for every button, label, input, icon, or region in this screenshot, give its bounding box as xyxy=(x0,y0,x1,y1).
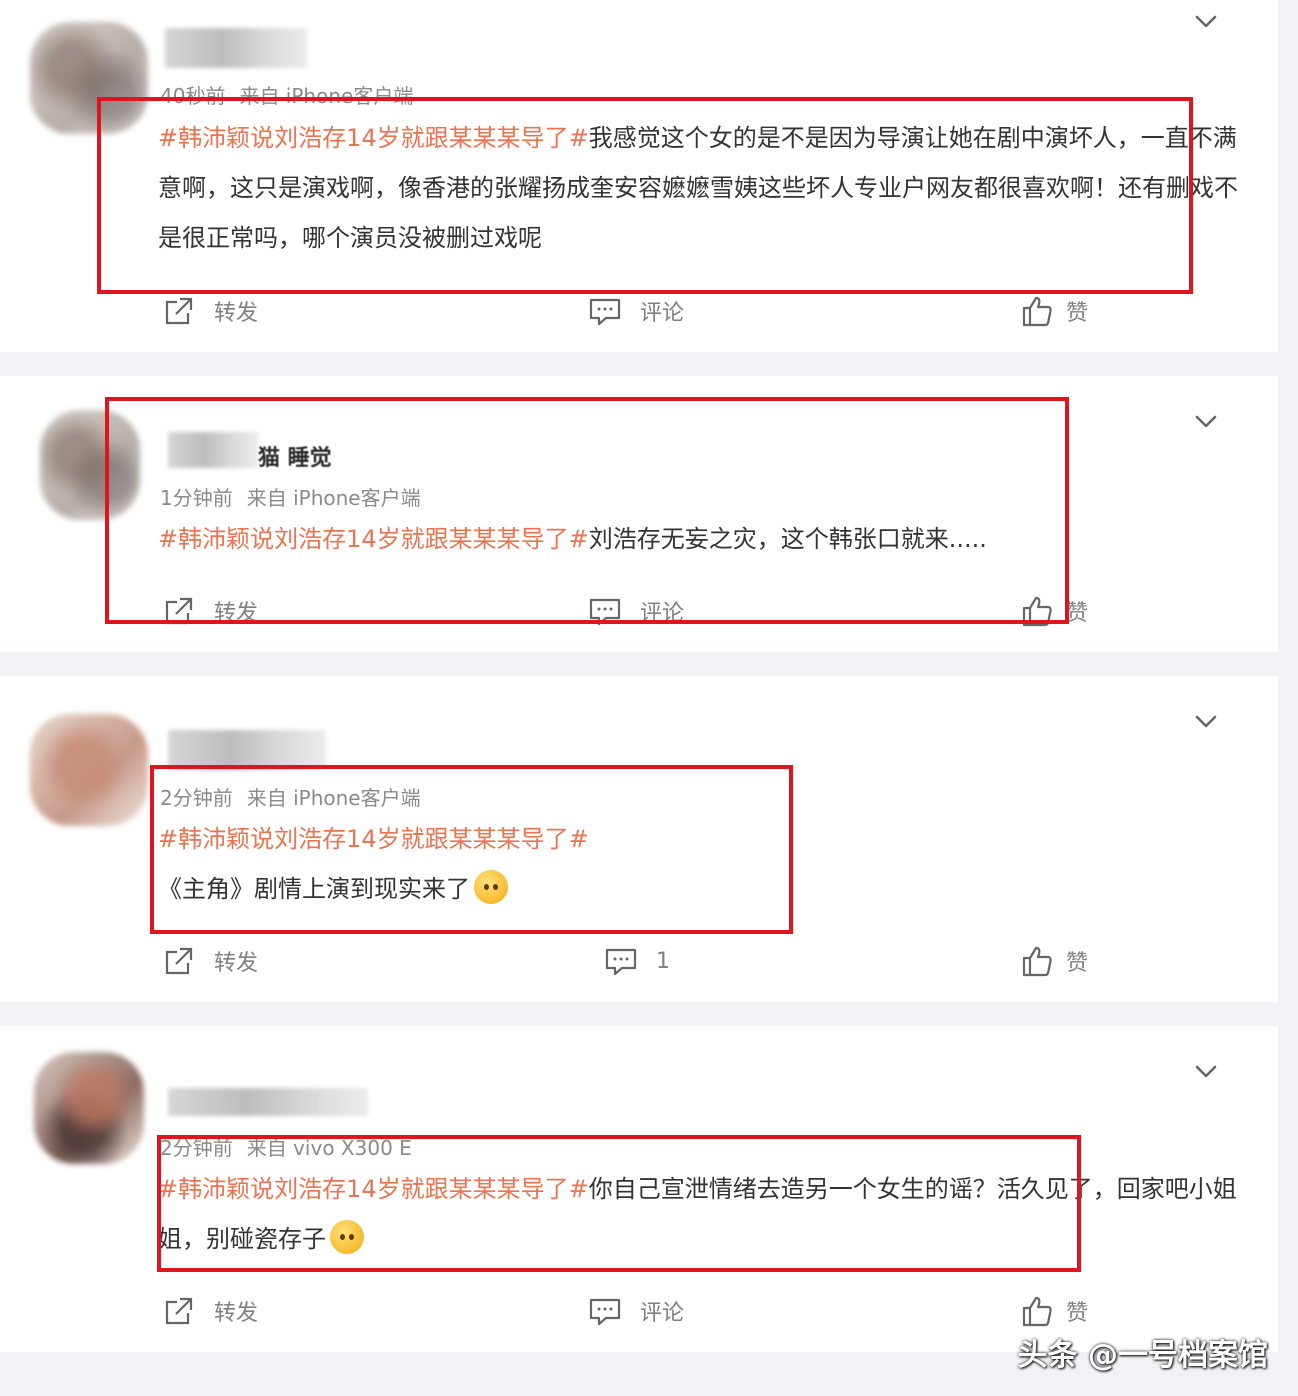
username-blurred[interactable] xyxy=(168,730,326,770)
forward-button[interactable]: 转发 xyxy=(162,594,258,628)
post-content: #韩沛颖说刘浩存14岁就跟某某某导了# 《主角》剧情上演到现实来了 xyxy=(158,814,598,914)
post-text: 《主角》剧情上演到现实来了 xyxy=(158,875,470,903)
like-label: 赞 xyxy=(1066,1301,1089,1326)
forward-button[interactable]: 转发 xyxy=(162,294,258,328)
comment-button[interactable]: 评论 xyxy=(588,1294,684,1328)
post-time: 40秒前 xyxy=(160,84,226,108)
like-label: 赞 xyxy=(1066,601,1089,626)
post-meta: 2分钟前 来自 iPhone客户端 xyxy=(160,782,421,811)
post-card: 40秒前 来自 iPhone客户端 #韩沛颖说刘浩存14岁就跟某某某导了#我感觉这… xyxy=(0,0,1278,352)
post-card: 猫 睡觉 1分钟前 来自 iPhone客户端 #韩沛颖说刘浩存14岁就跟某某某导了… xyxy=(0,376,1278,652)
post-time: 1分钟前 xyxy=(160,486,233,510)
avatar[interactable] xyxy=(34,1052,144,1164)
like-label: 赞 xyxy=(1066,951,1089,976)
username-blurred[interactable] xyxy=(165,28,307,68)
post-source: 来自 iPhone客户端 xyxy=(239,84,414,108)
share-icon xyxy=(165,1297,193,1325)
comment-label: 评论 xyxy=(640,301,685,326)
forward-label: 转发 xyxy=(214,601,259,626)
forward-button[interactable]: 转发 xyxy=(162,944,258,978)
comment-label: 评论 xyxy=(640,601,685,626)
topic-link[interactable]: #韩沛颖说刘浩存14岁就跟某某某导了# xyxy=(158,124,589,152)
comment-button[interactable]: 评论 xyxy=(588,294,684,328)
post-time: 2分钟前 xyxy=(160,786,233,810)
emoji-icon xyxy=(330,1220,364,1254)
action-bar: 转发 1 赞 xyxy=(0,944,1278,984)
like-button[interactable]: 赞 xyxy=(1020,944,1088,978)
post-time: 2分钟前 xyxy=(160,1136,233,1160)
comment-icon xyxy=(589,598,621,626)
forward-label: 转发 xyxy=(214,951,259,976)
comment-label: 评论 xyxy=(640,1301,685,1326)
comment-button[interactable]: 1 xyxy=(604,944,670,978)
avatar[interactable] xyxy=(30,22,148,134)
post-source: 来自 iPhone客户端 xyxy=(246,786,421,810)
post-content: #韩沛颖说刘浩存14岁就跟某某某导了#我感觉这个女的是不是因为导演让她在剧中演坏… xyxy=(158,113,1248,263)
username-blurred[interactable] xyxy=(168,432,258,468)
action-bar: 转发 评论 赞 xyxy=(0,1294,1278,1334)
emoji-icon xyxy=(474,870,508,904)
share-icon xyxy=(165,297,193,325)
post-content: #韩沛颖说刘浩存14岁就跟某某某导了#刘浩存无妄之灾，这个韩张口就来..... xyxy=(158,514,1248,564)
chevron-down-icon[interactable] xyxy=(1192,8,1220,36)
comment-icon xyxy=(589,1298,621,1326)
forward-label: 转发 xyxy=(214,1301,259,1326)
thumbs-up-icon xyxy=(1022,1296,1052,1327)
comment-icon xyxy=(589,298,621,326)
thumbs-up-icon xyxy=(1022,946,1052,977)
chevron-down-icon[interactable] xyxy=(1192,708,1220,736)
post-content: #韩沛颖说刘浩存14岁就跟某某某导了#你自己宣泄情绪去造另一个女生的谣？活久见了… xyxy=(158,1164,1248,1264)
watermark: 头条 @一号档案馆 xyxy=(1017,1338,1268,1373)
comment-button[interactable]: 评论 xyxy=(588,594,684,628)
share-icon xyxy=(165,597,193,625)
action-bar: 转发 评论 赞 xyxy=(0,594,1278,634)
avatar[interactable] xyxy=(40,410,140,520)
post-card: 2分钟前 来自 vivo X300 E #韩沛颖说刘浩存14岁就跟某某某导了#你自… xyxy=(0,1026,1278,1352)
chevron-down-icon[interactable] xyxy=(1192,408,1220,436)
username[interactable]: 猫 睡觉 xyxy=(258,440,332,472)
like-label: 赞 xyxy=(1066,301,1089,326)
share-icon xyxy=(165,947,193,975)
post-meta: 40秒前 来自 iPhone客户端 xyxy=(160,80,413,109)
action-bar: 转发 评论 赞 xyxy=(0,294,1278,334)
comment-count: 1 xyxy=(656,948,670,974)
thumbs-up-icon xyxy=(1022,596,1052,627)
topic-link[interactable]: #韩沛颖说刘浩存14岁就跟某某某导了# xyxy=(158,1175,589,1203)
post-source: 来自 vivo X300 E xyxy=(246,1136,412,1160)
post-text-line: 《主角》剧情上演到现实来了 xyxy=(158,864,598,914)
like-button[interactable]: 赞 xyxy=(1020,1294,1088,1328)
chevron-down-icon[interactable] xyxy=(1192,1058,1220,1086)
username-blurred[interactable] xyxy=(168,1088,368,1116)
post-source: 来自 iPhone客户端 xyxy=(246,486,421,510)
topic-link[interactable]: #韩沛颖说刘浩存14岁就跟某某某导了# xyxy=(158,814,598,864)
like-button[interactable]: 赞 xyxy=(1020,294,1088,328)
forward-label: 转发 xyxy=(214,301,259,326)
post-text: 刘浩存无妄之灾，这个韩张口就来..... xyxy=(588,525,987,553)
topic-link[interactable]: #韩沛颖说刘浩存14岁就跟某某某导了# xyxy=(158,525,589,553)
thumbs-up-icon xyxy=(1022,296,1052,327)
avatar[interactable] xyxy=(30,714,148,826)
forward-button[interactable]: 转发 xyxy=(162,1294,258,1328)
comment-icon xyxy=(605,948,637,976)
post-meta: 2分钟前 来自 vivo X300 E xyxy=(160,1132,412,1161)
like-button[interactable]: 赞 xyxy=(1020,594,1088,628)
post-meta: 1分钟前 来自 iPhone客户端 xyxy=(160,482,421,511)
post-card: 2分钟前 来自 iPhone客户端 #韩沛颖说刘浩存14岁就跟某某某导了# 《主角… xyxy=(0,676,1278,1002)
